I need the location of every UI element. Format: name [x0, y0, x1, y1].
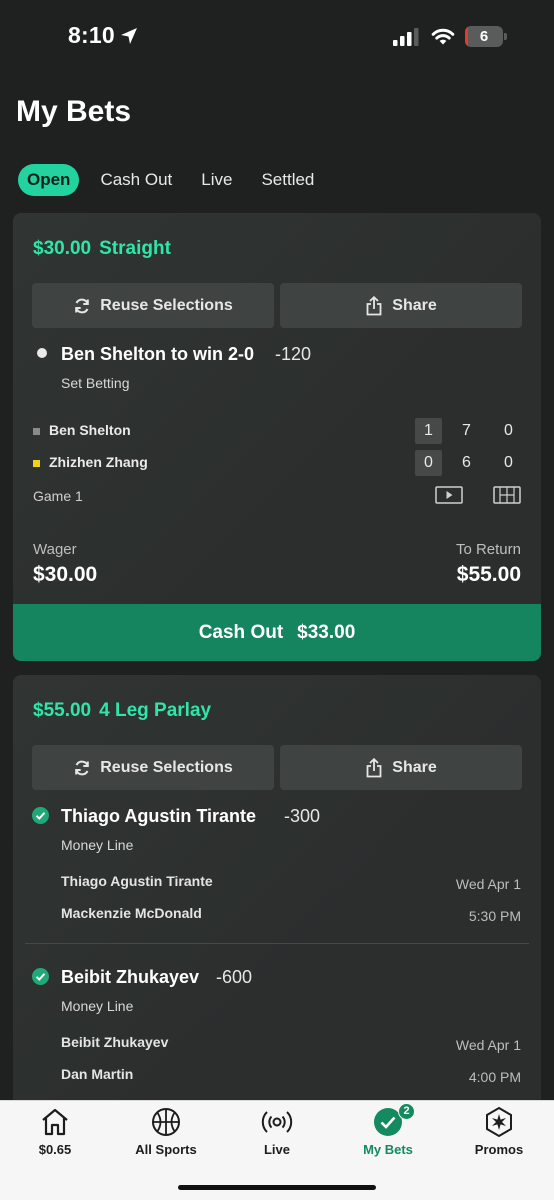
check-circle-icon — [32, 807, 49, 824]
tab-cash-out[interactable]: Cash Out — [100, 164, 172, 196]
home-indicator — [178, 1185, 376, 1190]
reuse-selections-label: Reuse Selections — [100, 758, 233, 776]
bet-type: 4 Leg Parlay — [99, 700, 212, 721]
wager-amount: $30.00 — [33, 563, 98, 586]
battery-level-label: 6 — [479, 28, 489, 45]
leg-player-2: Dan Martin — [61, 1066, 134, 1082]
location-arrow-icon — [121, 28, 137, 44]
nav-promos-label: Promos — [474, 1142, 524, 1157]
nav-promos[interactable]: Promos — [444, 1101, 554, 1171]
battery-indicator: 6 — [465, 26, 503, 47]
leg-time: 5:30 PM — [468, 908, 521, 924]
leg-player-1: Beibit Zhukayev — [61, 1034, 169, 1050]
nav-my-bets[interactable]: 2 My Bets — [333, 1101, 443, 1171]
leg-market: Money Line — [61, 998, 134, 1014]
share-icon — [366, 757, 382, 777]
to-return-amount: $55.00 — [456, 563, 521, 586]
player-name: Ben Shelton — [49, 422, 131, 438]
share-button[interactable]: Share — [280, 283, 522, 328]
my-bets-count-badge: 2 — [398, 1103, 415, 1120]
game-label: Game 1 — [33, 488, 83, 504]
cash-out-amount: $33.00 — [297, 621, 356, 643]
leg-odds: -600 — [216, 967, 253, 987]
battery-cap — [504, 33, 507, 40]
share-label: Share — [392, 758, 437, 776]
player-score-games: 6 — [462, 454, 471, 471]
bottom-navigation: $0.65 All Sports Live 2 My Bets Promos — [0, 1100, 554, 1200]
bet-filter-tabs: Open Cash Out Live Settled — [18, 164, 343, 196]
leg-odds: -300 — [284, 806, 321, 826]
leg-market: Money Line — [61, 837, 134, 853]
scoreboard-row: Ben Shelton 1 7 0 — [33, 418, 523, 444]
selection-market: Set Betting — [61, 375, 130, 391]
share-button[interactable]: Share — [280, 745, 522, 790]
bet-card-parlay[interactable]: $55.00 4 Leg Parlay Reuse Selections Shar… — [13, 675, 541, 1115]
reuse-selections-button[interactable]: Reuse Selections — [32, 745, 274, 790]
status-bar: 8:10 6 — [0, 0, 554, 72]
leg-player-2: Mackenzie McDonald — [61, 905, 202, 921]
bet-stake: $55.00 — [33, 700, 92, 721]
tab-settled[interactable]: Settled — [261, 164, 314, 196]
leg-divider — [25, 943, 529, 944]
wager-label: Wager — [33, 541, 77, 558]
court-tracker-icon[interactable] — [493, 486, 521, 504]
reuse-selections-button[interactable]: Reuse Selections — [32, 283, 274, 328]
selection-odds: -120 — [275, 344, 312, 364]
share-label: Share — [392, 296, 437, 314]
leg-player-1: Thiago Agustin Tirante — [61, 873, 213, 889]
player-marker — [33, 428, 40, 435]
selection-name: Ben Shelton to win 2-0 — [61, 344, 255, 364]
nav-live[interactable]: Live — [222, 1101, 332, 1171]
leg-date: Wed Apr 1 — [455, 1037, 521, 1053]
check-circle-icon — [32, 968, 49, 985]
nav-home-label: $0.65 — [38, 1142, 72, 1157]
bet-type: Straight — [99, 238, 171, 259]
bet-header: $55.00 4 Leg Parlay — [33, 700, 211, 722]
nav-home[interactable]: $0.65 — [0, 1101, 110, 1171]
bet-stake: $30.00 — [33, 238, 92, 259]
tab-live[interactable]: Live — [201, 164, 232, 196]
player-name: Zhizhen Zhang — [49, 454, 148, 470]
nav-live-label: Live — [263, 1142, 290, 1157]
leg-name: Beibit Zhukayev — [61, 967, 200, 987]
cellular-signal-icon — [393, 28, 419, 46]
player-score-games: 7 — [462, 422, 471, 439]
refresh-icon — [75, 760, 90, 775]
tab-open[interactable]: Open — [18, 164, 80, 196]
basketball-icon — [152, 1108, 180, 1136]
cash-out-label: Cash Out — [198, 621, 284, 643]
refresh-icon — [75, 298, 90, 313]
bet-header: $30.00 Straight — [33, 238, 171, 260]
bet-card-straight[interactable]: $30.00 Straight Reuse Selections Share Be… — [13, 213, 541, 661]
home-icon — [42, 1108, 68, 1136]
reuse-selections-label: Reuse Selections — [100, 296, 233, 314]
nav-all-sports-label: All Sports — [135, 1142, 197, 1157]
video-stream-icon[interactable] — [435, 486, 463, 504]
page-title: My Bets — [16, 95, 132, 128]
scoreboard-row: Zhizhen Zhang 0 6 0 — [33, 450, 523, 476]
nav-all-sports[interactable]: All Sports — [111, 1101, 221, 1171]
leg-name: Thiago Agustin Tirante — [61, 806, 257, 826]
star-badge-icon — [486, 1106, 512, 1138]
nav-my-bets-label: My Bets — [363, 1142, 413, 1157]
wifi-icon — [431, 28, 455, 45]
player-marker — [33, 460, 40, 467]
selection-status-dot — [37, 348, 47, 358]
to-return-label: To Return — [455, 541, 521, 558]
cash-out-button[interactable]: Cash Out $33.00 — [13, 604, 541, 661]
status-time: 8:10 — [68, 22, 115, 48]
share-icon — [366, 295, 382, 315]
leg-time: 4:00 PM — [468, 1069, 521, 1085]
broadcast-icon — [261, 1111, 293, 1133]
leg-date: Wed Apr 1 — [455, 876, 521, 892]
player-score-points: 0 — [504, 422, 513, 439]
player-score-sets: 0 — [415, 450, 442, 476]
player-score-points: 0 — [504, 454, 513, 471]
player-score-sets: 1 — [415, 418, 442, 444]
